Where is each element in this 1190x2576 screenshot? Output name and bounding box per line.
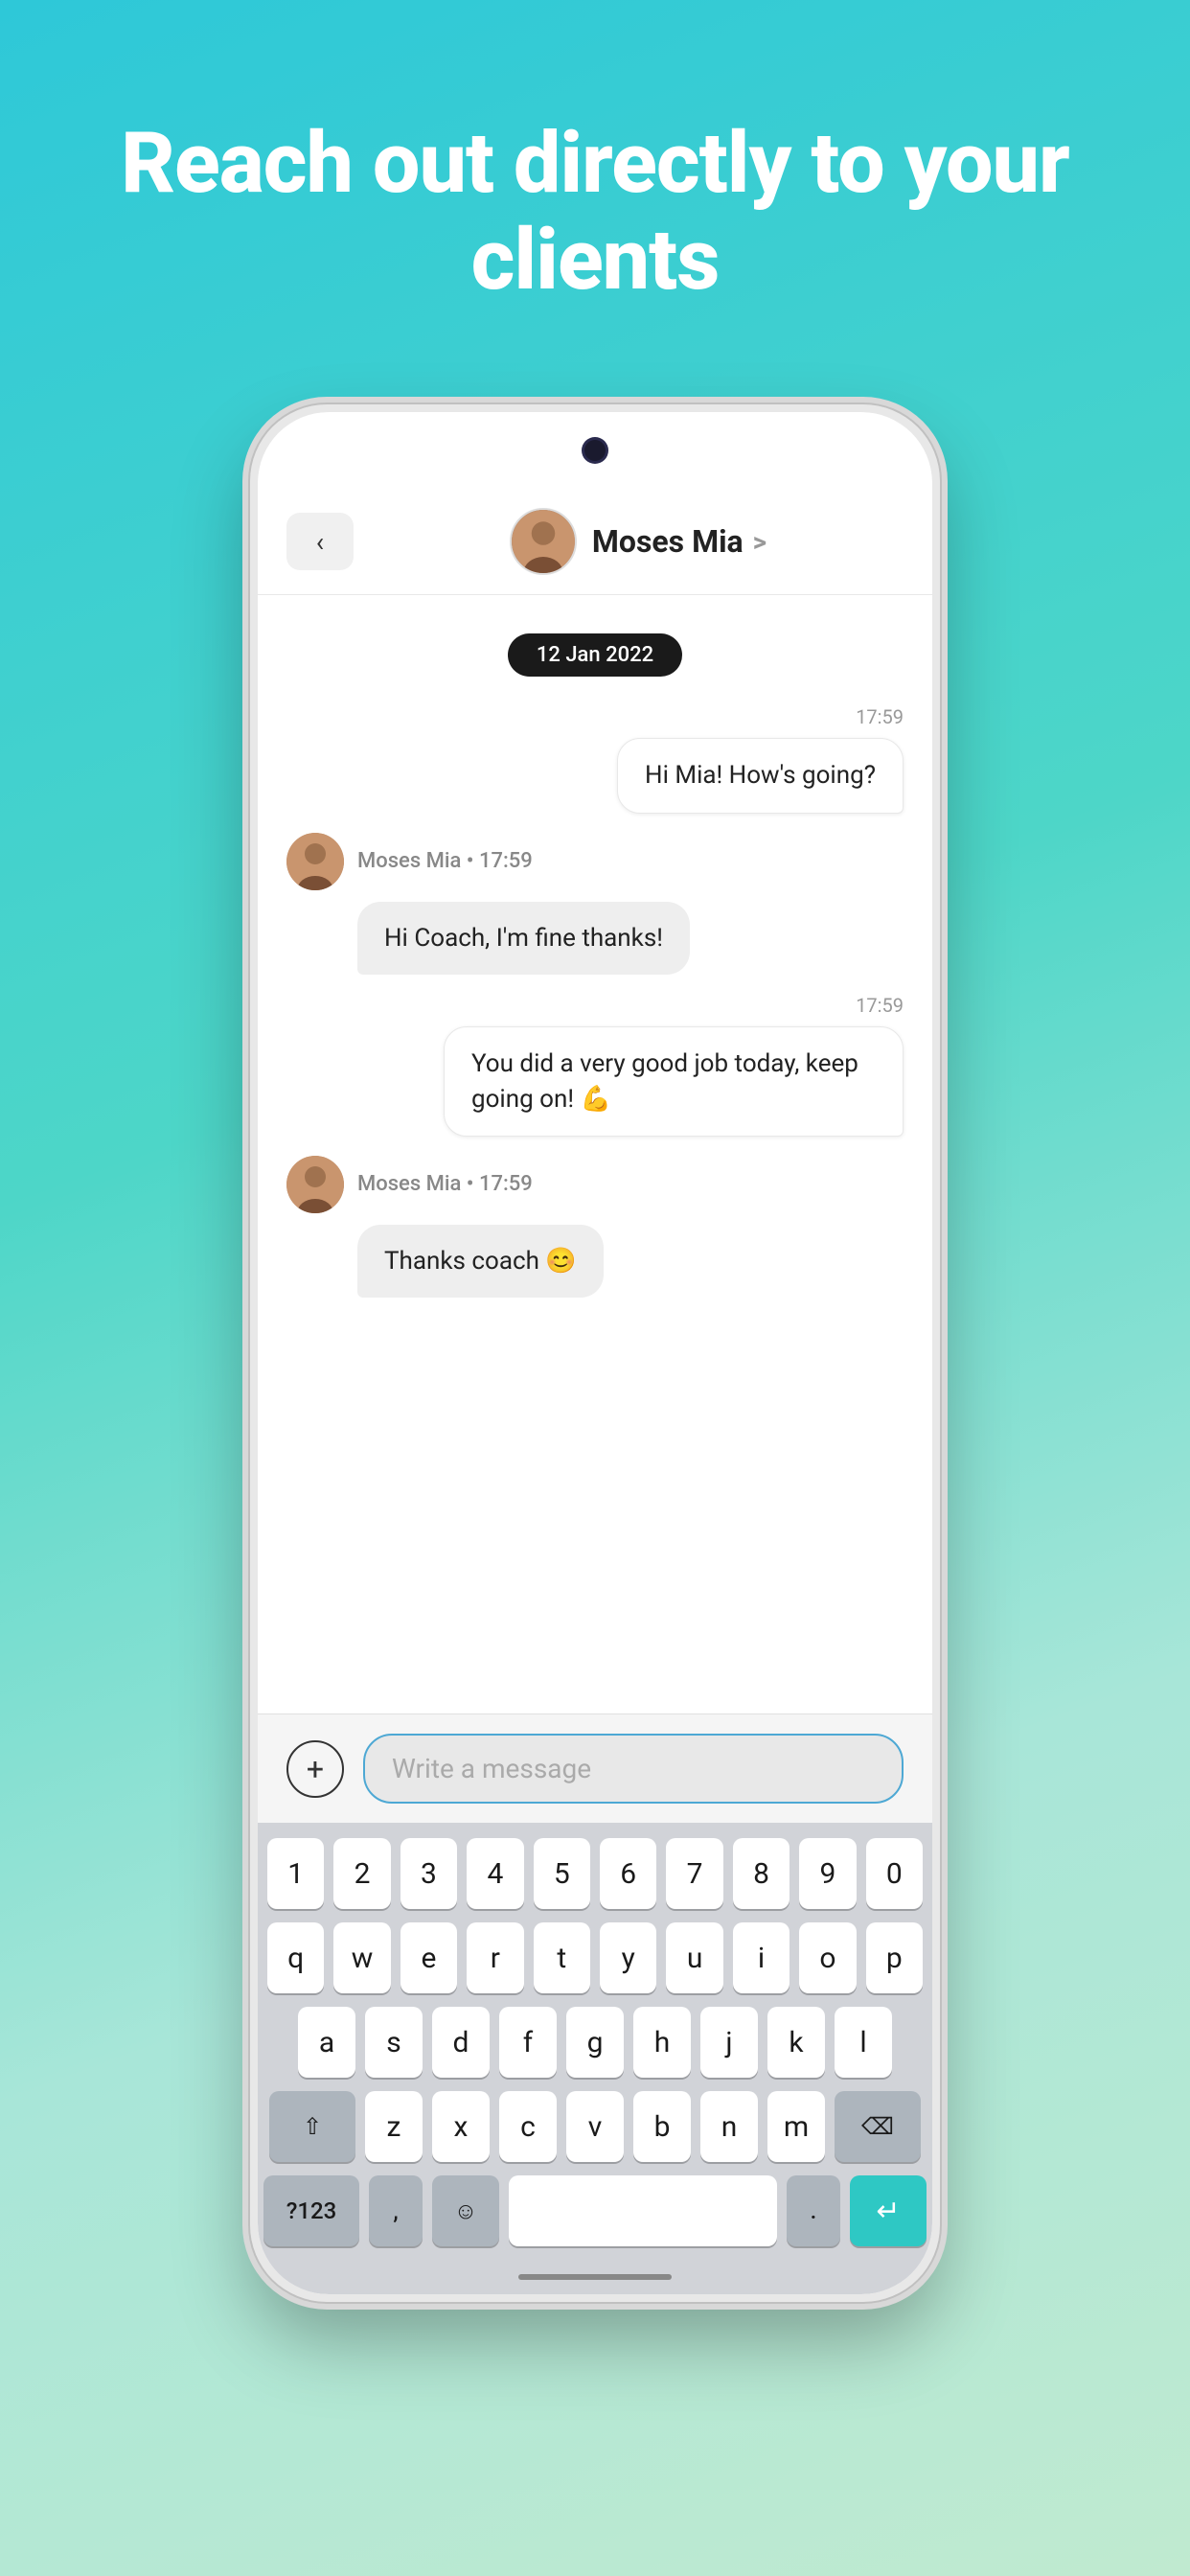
key-h[interactable]: h [633, 2007, 691, 2078]
message-input[interactable]: Write a message [363, 1734, 904, 1804]
camera-dot [584, 440, 606, 461]
date-badge: 12 Jan 2022 [286, 633, 904, 677]
phone-wrapper: ‹ Moses Mia > [0, 404, 1190, 2302]
camera-area [258, 412, 932, 489]
phone-inner: ‹ Moses Mia > [258, 412, 932, 2294]
contact-chevron[interactable]: > [753, 526, 767, 558]
sender-name-2: Moses Mia • 17:59 [357, 849, 533, 873]
key-5[interactable]: 5 [534, 1838, 590, 1909]
keyboard-row-qwerty: q w e r t y u i o p [267, 1922, 923, 1993]
key-n[interactable]: n [700, 2091, 758, 2162]
sender-name-4: Moses Mia • 17:59 [357, 1172, 533, 1196]
contact-info: Moses Mia > [373, 508, 904, 575]
keyboard: 1 2 3 4 5 6 7 8 9 0 [258, 1823, 932, 2260]
message-bubble-2: Hi Coach, I'm fine thanks! [357, 902, 690, 975]
sender-row-4: Moses Mia • 17:59 [286, 1156, 533, 1213]
key-r[interactable]: r [467, 1922, 523, 1993]
message-time-3: 17:59 [856, 994, 904, 1017]
key-p[interactable]: p [866, 1922, 923, 1993]
emoji-key[interactable]: ☺ [432, 2175, 499, 2246]
message-bubble-4: Thanks coach 😊 [357, 1225, 604, 1298]
key-z[interactable]: z [365, 2091, 423, 2162]
sender-avatar-4 [286, 1156, 344, 1213]
key-q[interactable]: q [267, 1922, 324, 1993]
key-o[interactable]: o [799, 1922, 856, 1993]
key-x[interactable]: x [432, 2091, 490, 2162]
key-2[interactable]: 2 [333, 1838, 390, 1909]
phone-device: ‹ Moses Mia > [250, 404, 940, 2302]
left-message-4: Thanks coach 😊 [286, 1225, 604, 1298]
back-button[interactable]: ‹ [286, 513, 354, 570]
background: Reach out directly to your clients ‹ [0, 0, 1190, 2302]
left-message-2: Hi Coach, I'm fine thanks! [286, 902, 690, 975]
key-l[interactable]: l [835, 2007, 892, 2078]
input-area: + Write a message [258, 1714, 932, 1823]
key-0[interactable]: 0 [866, 1838, 923, 1909]
attachment-button[interactable]: + [286, 1740, 344, 1798]
message-time-1: 17:59 [856, 705, 904, 728]
message-group-2: Moses Mia • 17:59 Hi Coach, I'm fine tha… [286, 833, 904, 975]
message-bubble-3: You did a very good job today, keep goin… [444, 1026, 904, 1137]
key-a[interactable]: a [298, 2007, 355, 2078]
hero-section: Reach out directly to your clients [0, 0, 1190, 366]
key-i[interactable]: i [733, 1922, 790, 1993]
date-pill: 12 Jan 2022 [508, 633, 682, 677]
key-m[interactable]: m [767, 2091, 825, 2162]
key-7[interactable]: 7 [666, 1838, 722, 1909]
key-d[interactable]: d [432, 2007, 490, 2078]
key-s[interactable]: s [365, 2007, 423, 2078]
key-1[interactable]: 1 [267, 1838, 324, 1909]
chat-header: ‹ Moses Mia > [258, 489, 932, 595]
shift-key[interactable]: ⇧ [269, 2091, 355, 2162]
message-bubble-1: Hi Mia! How's going? [617, 738, 904, 813]
key-4[interactable]: 4 [467, 1838, 523, 1909]
key-9[interactable]: 9 [799, 1838, 856, 1909]
home-indicator [518, 2274, 672, 2280]
key-6[interactable]: 6 [600, 1838, 656, 1909]
key-v[interactable]: v [566, 2091, 624, 2162]
phone-screen: ‹ Moses Mia > [258, 412, 932, 2294]
bottom-bar [258, 2260, 932, 2294]
contact-name: Moses Mia > [592, 523, 767, 560]
message-group-4: Moses Mia • 17:59 Thanks coach 😊 [286, 1156, 904, 1298]
key-c[interactable]: c [499, 2091, 557, 2162]
hero-title: Reach out directly to your clients [0, 0, 1190, 366]
sender-avatar-2 [286, 833, 344, 890]
keyboard-row-asdf: a s d f g h j k l [267, 2007, 923, 2078]
key-y[interactable]: y [600, 1922, 656, 1993]
period-key[interactable]: . [787, 2175, 840, 2246]
key-3[interactable]: 3 [400, 1838, 457, 1909]
comma-key[interactable]: , [369, 2175, 423, 2246]
space-key[interactable] [509, 2175, 777, 2246]
key-f[interactable]: f [499, 2007, 557, 2078]
message-group-3: 17:59 You did a very good job today, kee… [286, 994, 904, 1137]
key-8[interactable]: 8 [733, 1838, 790, 1909]
key-j[interactable]: j [700, 2007, 758, 2078]
keyboard-row-zxcv: ⇧ z x c v b n m ⌫ [267, 2091, 923, 2162]
numbers-key[interactable]: ?123 [263, 2175, 359, 2246]
key-e[interactable]: e [400, 1922, 457, 1993]
key-u[interactable]: u [666, 1922, 722, 1993]
key-t[interactable]: t [534, 1922, 590, 1993]
enter-key[interactable]: ↵ [850, 2175, 927, 2246]
keyboard-row-numbers: 1 2 3 4 5 6 7 8 9 0 [267, 1838, 923, 1909]
backspace-key[interactable]: ⌫ [835, 2091, 921, 2162]
message-group-1: 17:59 Hi Mia! How's going? [286, 705, 904, 813]
contact-avatar [510, 508, 577, 575]
key-w[interactable]: w [333, 1922, 390, 1993]
sender-row-2: Moses Mia • 17:59 [286, 833, 533, 890]
chat-messages: 12 Jan 2022 17:59 Hi Mia! How's going? [258, 595, 932, 1714]
key-b[interactable]: b [633, 2091, 691, 2162]
key-k[interactable]: k [767, 2007, 825, 2078]
keyboard-row-bottom: ?123 , ☺ . ↵ [267, 2175, 923, 2246]
key-g[interactable]: g [566, 2007, 624, 2078]
